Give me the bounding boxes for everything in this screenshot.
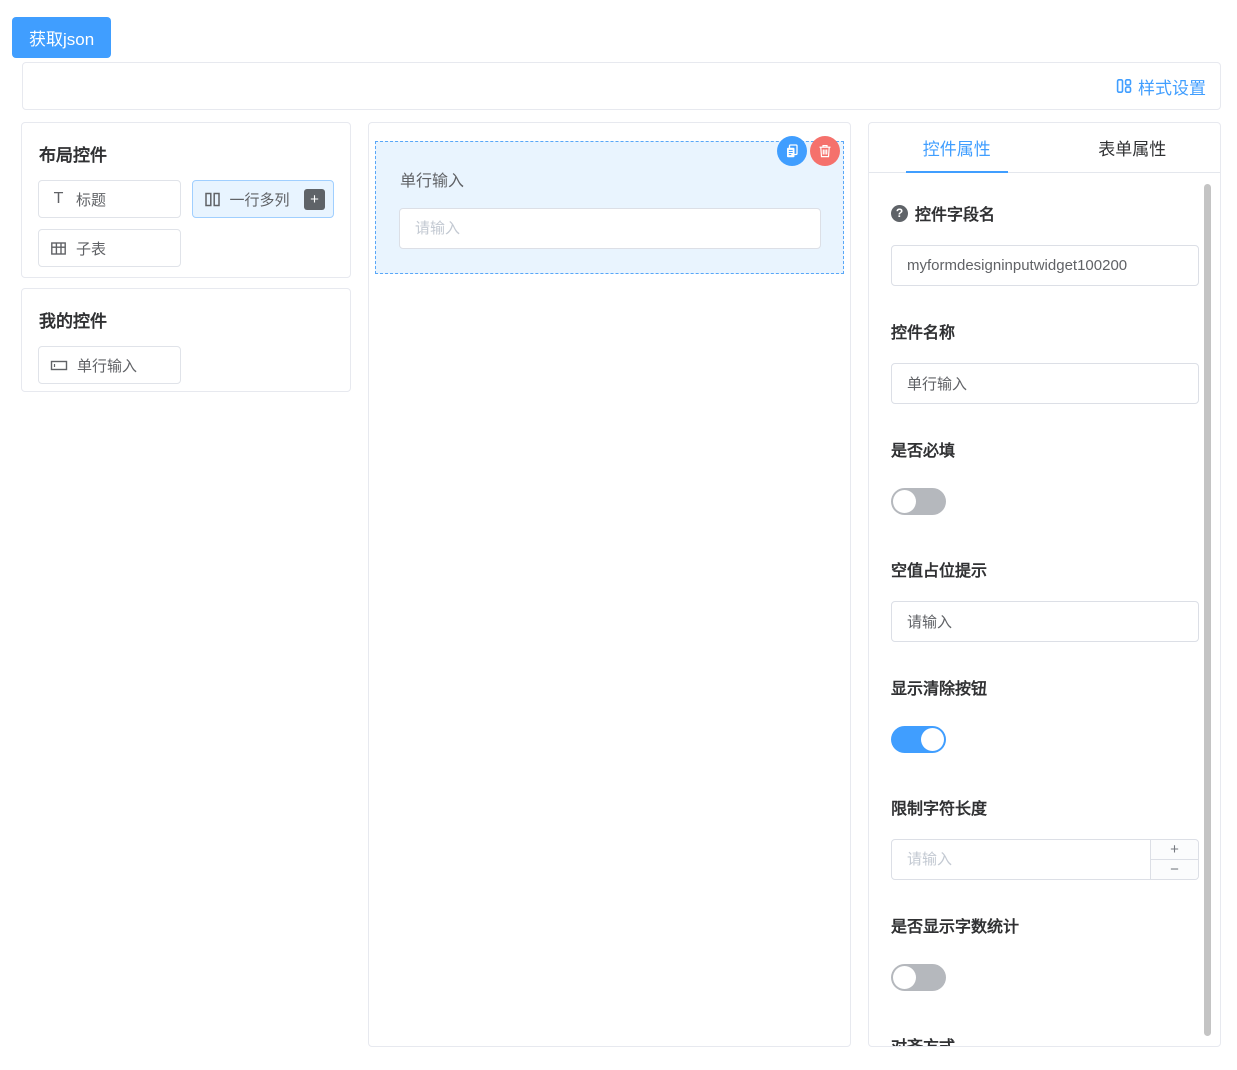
required-label: 是否必填 (891, 437, 1199, 461)
clearable-group: 显示清除按钮 (891, 675, 1199, 753)
design-canvas[interactable]: 单行输入 (368, 122, 851, 1047)
decrease-button[interactable]: − (1151, 860, 1198, 879)
style-settings-link[interactable]: 样式设置 (1116, 74, 1206, 99)
layout-controls-panel: 布局控件 T 标题 一行多列 + (21, 122, 351, 278)
field-name-group: ? 控件字段名 (891, 201, 1199, 286)
widget-name-group: 控件名称 (891, 319, 1199, 404)
palette-item-label: 单行输入 (77, 355, 137, 376)
get-json-button[interactable]: 获取json (12, 17, 111, 58)
my-controls-panel: 我的控件 单行输入 (21, 288, 351, 392)
placeholder-input[interactable] (891, 601, 1199, 642)
word-count-toggle[interactable] (891, 964, 946, 991)
palette-item-label: 子表 (76, 238, 106, 259)
title-icon: T (50, 190, 67, 208)
style-settings-label: 样式设置 (1138, 74, 1206, 99)
copy-widget-button[interactable] (777, 136, 807, 166)
properties-content: ? 控件字段名 控件名称 是否必填 空值占位提示 显示清除按钮 限 (869, 173, 1220, 1046)
alignment-group: 对齐方式 (891, 1033, 1199, 1046)
field-name-label: 控件字段名 (915, 201, 995, 225)
word-count-label: 是否显示字数统计 (891, 913, 1199, 937)
table-icon (50, 240, 67, 257)
required-group: 是否必填 (891, 437, 1199, 515)
question-icon[interactable]: ? (891, 205, 908, 222)
my-panel-title: 我的控件 (39, 307, 334, 332)
number-stepper: + − (1150, 840, 1198, 879)
layout-panel-title: 布局控件 (39, 141, 334, 166)
palette-item-single-line-input[interactable]: 单行输入 (38, 346, 181, 384)
scrollbar-thumb[interactable] (1204, 184, 1211, 1036)
alignment-label: 对齐方式 (891, 1033, 1199, 1046)
add-column-button[interactable]: + (304, 189, 325, 210)
tab-widget-properties[interactable]: 控件属性 (869, 123, 1045, 172)
widget-preview-input[interactable] (399, 208, 821, 249)
widget-name-label: 控件名称 (891, 319, 1199, 343)
word-count-group: 是否显示字数统计 (891, 913, 1199, 991)
increase-button[interactable]: + (1151, 840, 1198, 860)
clearable-toggle[interactable] (891, 726, 946, 753)
top-toolbar: 样式设置 (22, 62, 1221, 110)
copy-icon (784, 143, 800, 159)
selected-widget-single-line-input[interactable]: 单行输入 (375, 141, 844, 274)
palette-item-label: 一行多列 (230, 189, 290, 210)
placeholder-group: 空值占位提示 (891, 557, 1199, 642)
columns-icon (204, 191, 221, 208)
properties-tabs: 控件属性 表单属性 (869, 123, 1220, 173)
trash-icon (817, 143, 833, 159)
input-box-icon (50, 357, 68, 374)
maxlength-label: 限制字符长度 (891, 795, 1199, 819)
widget-name-input[interactable] (891, 363, 1199, 404)
field-name-input[interactable] (891, 245, 1199, 286)
style-settings-icon (1116, 78, 1132, 94)
placeholder-label: 空值占位提示 (891, 557, 1199, 581)
maxlength-group: 限制字符长度 + − (891, 795, 1199, 880)
tab-form-properties[interactable]: 表单属性 (1045, 123, 1221, 172)
palette-item-subtable[interactable]: 子表 (38, 229, 181, 267)
delete-widget-button[interactable] (810, 136, 840, 166)
widget-label: 单行输入 (400, 167, 464, 191)
properties-panel: 控件属性 表单属性 ? 控件字段名 控件名称 是否必填 空值占位提示 显示清除按… (868, 122, 1221, 1047)
palette-item-label: 标题 (76, 189, 106, 210)
required-toggle[interactable] (891, 488, 946, 515)
palette-item-title[interactable]: T 标题 (38, 180, 181, 218)
clearable-label: 显示清除按钮 (891, 675, 1199, 699)
palette-item-multi-column[interactable]: 一行多列 + (192, 180, 335, 218)
